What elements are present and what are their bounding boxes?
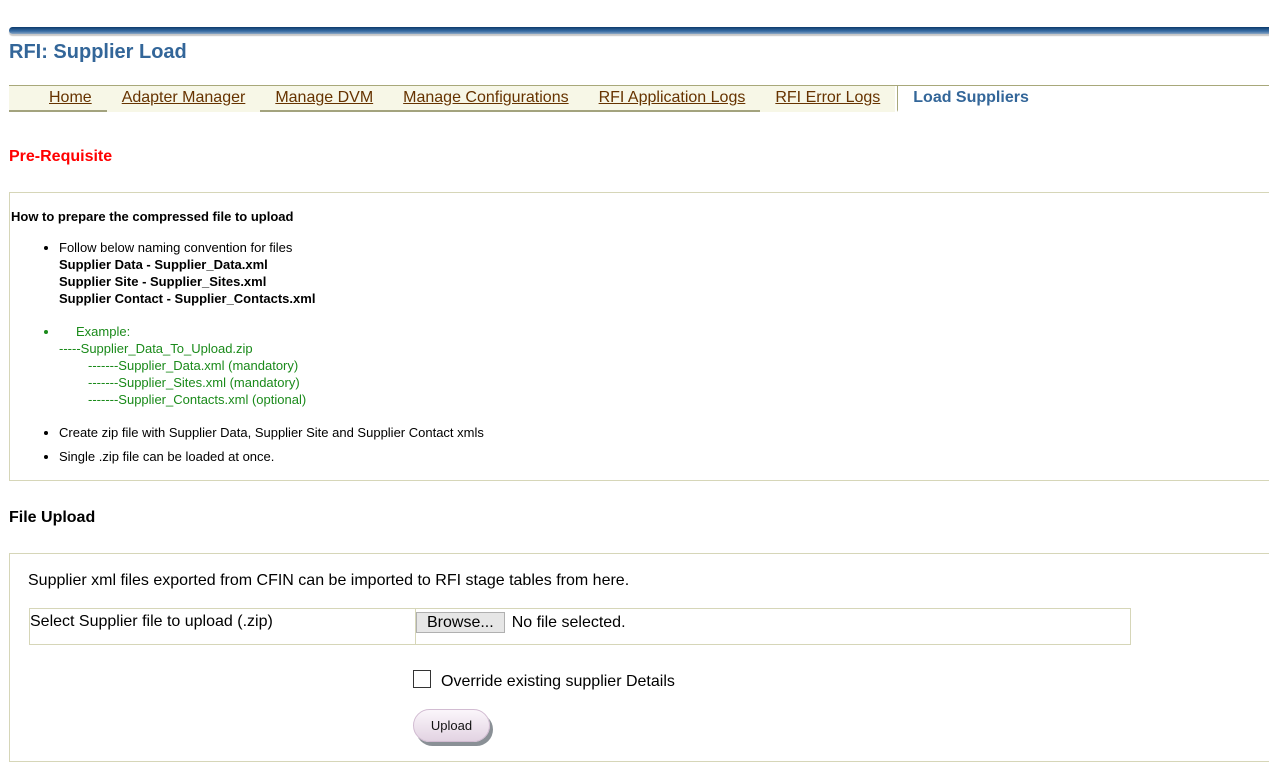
prerequisite-panel: How to prepare the compressed file to up…	[9, 192, 1269, 481]
prerequisite-heading: Pre-Requisite	[9, 148, 113, 165]
file-upload-panel: Supplier xml files exported from CFIN ca…	[9, 553, 1269, 762]
tab-rfi-error-logs[interactable]: RFI Error Logs	[760, 86, 896, 112]
tab-bar: Home Adapter Manager Manage DVM Manage C…	[9, 85, 1269, 112]
list-item: Create zip file with Supplier Data, Supp…	[59, 424, 959, 441]
page-title: RFI: Supplier Load	[9, 41, 187, 63]
file-input[interactable]: Browse... No file selected.	[416, 609, 626, 644]
tab-rfi-error-logs-link[interactable]: RFI Error Logs	[775, 89, 880, 106]
file-status: No file selected.	[511, 614, 626, 631]
tab-manage-dvm[interactable]: Manage DVM	[260, 86, 389, 112]
example-file: -------Supplier_Contacts.xml (optional)	[88, 392, 307, 407]
example-file: -------Supplier_Sites.xml (mandatory)	[88, 375, 300, 390]
override-option[interactable]: Override existing supplier Details	[413, 667, 675, 691]
example-file: -------Supplier_Data.xml (mandatory)	[88, 358, 299, 373]
naming-rule: Supplier Data - Supplier_Data.xml	[59, 257, 268, 272]
file-select-row: Select Supplier file to upload (.zip) Br…	[29, 608, 1131, 645]
instruction-list: Follow below naming convention for files…	[10, 239, 959, 465]
tab-adapter-manager-link[interactable]: Adapter Manager	[122, 89, 246, 106]
browse-button[interactable]: Browse...	[416, 612, 505, 633]
howto-heading: How to prepare the compressed file to up…	[11, 209, 294, 224]
example-zip: -----Supplier_Data_To_Upload.zip	[59, 341, 253, 356]
list-item: Example: -----Supplier_Data_To_Upload.zi…	[59, 323, 959, 408]
upload-button[interactable]: Upload	[413, 709, 490, 742]
header-bar	[9, 27, 1269, 34]
file-upload-description: Supplier xml files exported from CFIN ca…	[28, 572, 630, 589]
naming-rule: Supplier Site - Supplier_Sites.xml	[59, 274, 267, 289]
tab-home-link[interactable]: Home	[49, 89, 92, 106]
override-checkbox[interactable]	[413, 670, 431, 688]
tab-home[interactable]: Home	[9, 86, 107, 112]
tab-adapter-manager[interactable]: Adapter Manager	[106, 86, 261, 112]
tab-load-suppliers[interactable]: Load Suppliers	[897, 86, 1044, 112]
list-item: Follow below naming convention for files…	[59, 239, 959, 307]
tab-manage-dvm-link[interactable]: Manage DVM	[275, 89, 373, 106]
file-upload-heading: File Upload	[9, 509, 96, 526]
tab-manage-configurations-link[interactable]: Manage Configurations	[403, 89, 568, 106]
naming-intro: Follow below naming convention for files	[59, 240, 293, 255]
file-select-label: Select Supplier file to upload (.zip)	[30, 609, 416, 644]
tab-rfi-application-logs[interactable]: RFI Application Logs	[583, 86, 761, 112]
override-label: Override existing supplier Details	[441, 673, 675, 690]
tab-manage-configurations[interactable]: Manage Configurations	[388, 86, 584, 112]
naming-rule: Supplier Contact - Supplier_Contacts.xml	[59, 291, 316, 306]
example-label: Example:	[76, 324, 131, 339]
tab-rfi-application-logs-link[interactable]: RFI Application Logs	[599, 89, 746, 106]
list-item: Single .zip file can be loaded at once.	[59, 448, 959, 465]
